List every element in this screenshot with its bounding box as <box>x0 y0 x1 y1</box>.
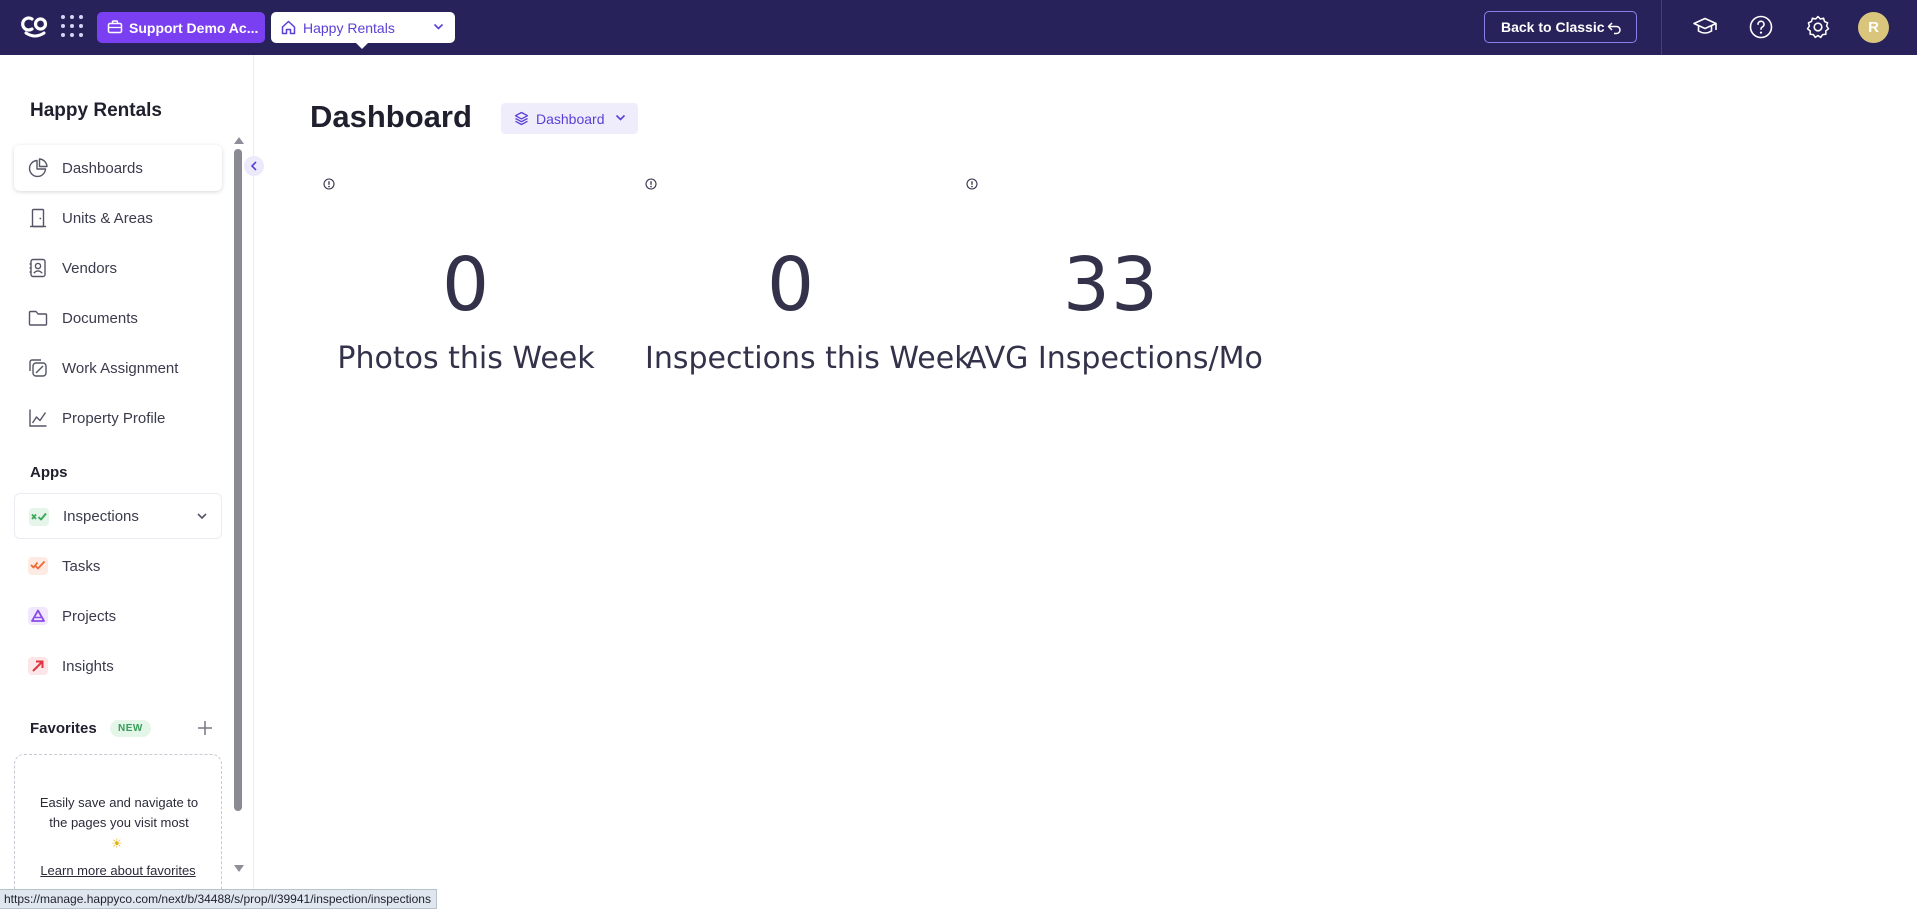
sidebar-collapse-button[interactable] <box>244 156 264 176</box>
inspections-app-icon <box>29 508 49 526</box>
assignment-icon <box>29 359 47 377</box>
sidebar: Happy Rentals Dashboards Units & Areas V… <box>0 55 264 909</box>
sidebar-item-property-profile[interactable]: Property Profile <box>14 395 222 441</box>
stat-label: Photos this Week <box>337 341 595 376</box>
favorites-section-label: Favorites <box>30 720 97 737</box>
briefcase-icon <box>107 20 123 34</box>
info-icon[interactable] <box>323 178 335 190</box>
sidebar-item-work-assignment[interactable]: Work Assignment <box>14 345 222 391</box>
top-bar: Support Demo Ac... Happy Rentals Back to… <box>0 0 1917 55</box>
status-bar-url: https://manage.happyco.com/next/b/34488/… <box>0 889 437 909</box>
info-icon[interactable] <box>645 178 657 190</box>
new-badge: NEW <box>110 720 151 737</box>
happyco-logo-icon[interactable] <box>20 11 50 41</box>
stat-value: 33 <box>1062 242 1160 328</box>
tasks-app-icon <box>28 557 48 575</box>
insights-app-icon <box>28 657 48 675</box>
apps-section-label: Apps <box>30 464 68 481</box>
stat-value: 0 <box>441 242 491 328</box>
contact-card-icon <box>29 258 46 278</box>
page-title: Dashboard <box>310 99 472 134</box>
property-selector[interactable]: Happy Rentals <box>271 12 455 49</box>
back-to-classic-button[interactable]: Back to Classic <box>1484 11 1637 43</box>
chevron-down-icon <box>615 114 626 121</box>
scroll-down-arrow-icon[interactable] <box>234 865 244 872</box>
line-chart-icon <box>29 409 47 427</box>
gear-icon[interactable] <box>1805 14 1831 40</box>
scroll-up-arrow-icon[interactable] <box>234 137 244 144</box>
pie-chart-icon <box>28 158 48 178</box>
app-launcher-icon[interactable] <box>61 15 83 37</box>
sidebar-item-vendors[interactable]: Vendors <box>14 245 222 291</box>
account-label: Support Demo Ac... <box>129 19 259 36</box>
top-bar-divider <box>1661 0 1662 55</box>
sidebar-item-tasks[interactable]: Tasks <box>14 543 222 589</box>
sidebar-item-units-areas[interactable]: Units & Areas <box>14 195 222 241</box>
sidebar-item-insights[interactable]: Insights <box>14 643 222 689</box>
back-to-classic-label: Back to Classic <box>1501 19 1605 35</box>
stat-label: AVG Inspections/Mo <box>966 341 1263 376</box>
sidebar-item-label: Inspections <box>63 507 139 525</box>
sidebar-item-projects[interactable]: Projects <box>14 593 222 639</box>
projects-app-icon <box>28 607 48 625</box>
property-label: Happy Rentals <box>303 19 395 36</box>
sidebar-item-label: Dashboards <box>62 159 143 177</box>
favorites-empty-state: Easily save and navigate to the pages yo… <box>14 754 222 904</box>
dashboard-selector-label: Dashboard <box>536 110 605 127</box>
info-icon[interactable] <box>966 178 978 190</box>
help-icon[interactable] <box>1748 14 1774 40</box>
sun-icon: ☀ <box>111 836 123 851</box>
sidebar-item-label: Vendors <box>62 259 118 277</box>
door-icon <box>30 208 46 228</box>
folder-icon <box>28 310 48 326</box>
chevron-down-icon[interactable] <box>195 509 209 523</box>
sidebar-item-label: Projects <box>62 607 117 625</box>
stat-label: Inspections this Week <box>645 341 972 376</box>
sidebar-item-label: Units & Areas <box>62 209 153 227</box>
sidebar-item-label: Documents <box>62 309 138 327</box>
sidebar-item-inspections[interactable]: Inspections <box>14 493 222 539</box>
chevron-left-icon <box>250 161 257 171</box>
sidebar-item-label: Property Profile <box>62 409 166 427</box>
scrollbar-thumb[interactable] <box>234 149 242 811</box>
account-switcher-button[interactable]: Support Demo Ac... <box>97 12 265 43</box>
chevron-down-icon <box>433 23 444 30</box>
favorites-empty-text: Easily save and navigate to the pages yo… <box>39 795 199 830</box>
undo-arrow-icon <box>1607 22 1621 35</box>
layers-icon <box>514 111 529 126</box>
sidebar-item-label: Work Assignment <box>62 359 179 377</box>
user-avatar[interactable]: R <box>1858 12 1889 43</box>
sidebar-item-label: Tasks <box>62 557 101 575</box>
learn-more-favorites-link[interactable]: Learn more about favorites <box>15 863 221 878</box>
home-icon <box>281 20 296 35</box>
graduation-cap-icon[interactable] <box>1692 14 1718 40</box>
stat-value: 0 <box>766 242 816 328</box>
sidebar-item-dashboards[interactable]: Dashboards <box>14 145 222 191</box>
sidebar-item-documents[interactable]: Documents <box>14 295 222 341</box>
sidebar-item-label: Insights <box>62 657 114 675</box>
dashboard-selector[interactable]: Dashboard <box>501 103 638 134</box>
sidebar-scrollbar[interactable] <box>232 137 244 872</box>
sidebar-property-title: Happy Rentals <box>30 100 162 121</box>
plus-icon[interactable] <box>196 719 214 737</box>
